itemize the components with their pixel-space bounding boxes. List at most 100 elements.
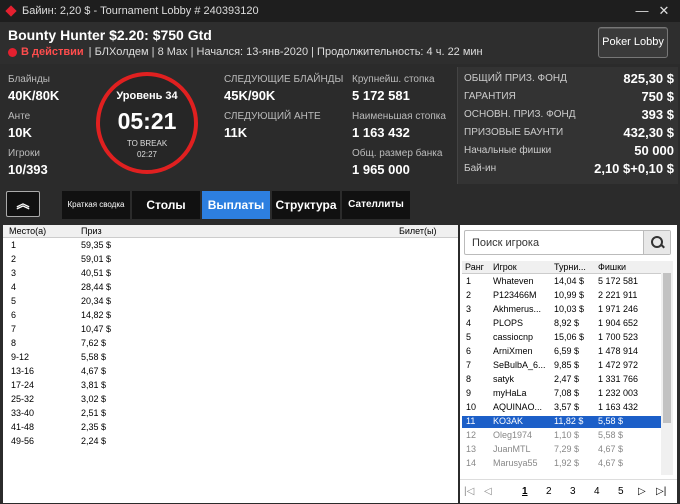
minimize-button[interactable]: — xyxy=(634,3,650,19)
prize-cell: 10,47 $ xyxy=(81,324,112,334)
page-1-link[interactable]: 1 xyxy=(522,486,528,497)
blinds-value: 40K/80K xyxy=(8,88,60,103)
tab-structure[interactable]: Структура xyxy=(272,191,340,219)
table-row[interactable]: 8 7,62 $ xyxy=(3,338,458,350)
table-row[interactable]: 6 14,82 $ xyxy=(3,310,458,322)
player-cell: Oleg1974 xyxy=(493,430,533,440)
prize-value: 825,30 $ xyxy=(623,71,674,86)
table-row[interactable]: 41-48 2,35 $ xyxy=(3,422,458,434)
player-row[interactable]: 3 Akhmerus... 10,03 $ 1 971 246 xyxy=(462,304,661,316)
table-row[interactable]: 33-40 2,51 $ xyxy=(3,408,458,420)
prize-cell: 7,62 $ xyxy=(81,338,107,348)
column-header-chips[interactable]: Фишки xyxy=(598,262,626,272)
tourney-cell: 7,29 $ xyxy=(554,444,580,454)
prize-label: ОБЩИЙ ПРИЗ. ФОНД xyxy=(464,73,567,84)
rank-cell: 14 xyxy=(466,458,477,468)
column-header-ticket[interactable]: Билет(ы) xyxy=(399,226,436,236)
table-row[interactable]: 25-32 3,02 $ xyxy=(3,394,458,406)
place-cell: 17-24 xyxy=(11,380,35,390)
place-cell: 25-32 xyxy=(11,394,35,404)
tab-payouts[interactable]: Выплаты xyxy=(202,191,270,219)
tourney-cell: 8,92 $ xyxy=(554,318,580,328)
tournament-details: | БЛХолдем | 8 Max | Начался: 13-янв-202… xyxy=(88,46,483,58)
table-row[interactable]: 17-24 3,81 $ xyxy=(3,380,458,392)
rank-cell: 7 xyxy=(466,360,472,370)
page-3-link[interactable]: 3 xyxy=(570,486,576,497)
player-cell: JuanMTL xyxy=(493,444,531,454)
player-row[interactable]: 2 P123466M 10,99 $ 2 221 911 xyxy=(462,290,661,302)
column-header-player[interactable]: Игрок xyxy=(493,262,517,272)
player-row[interactable]: 14 Marusya55 1,92 $ 4,67 $ xyxy=(462,458,661,470)
tab-satellites[interactable]: Сателлиты xyxy=(342,191,410,219)
total-bank-label: Общ. размер банка xyxy=(352,148,443,159)
tab-tables[interactable]: Столы xyxy=(132,191,200,219)
next-page-button[interactable]: ▷ xyxy=(638,486,646,497)
player-row[interactable]: 10 AQUINAO... 3,57 $ 1 163 432 xyxy=(462,402,661,414)
players-panel: Поиск игрока Ранг Игрок Турни... Фишки 1… xyxy=(460,225,677,503)
chips-cell: 1 331 766 xyxy=(598,374,639,384)
table-row[interactable]: 3 40,51 $ xyxy=(3,268,458,280)
rank-cell: 5 xyxy=(466,332,472,342)
tourney-cell: 6,59 $ xyxy=(554,346,580,356)
search-icon[interactable] xyxy=(643,231,670,254)
table-row[interactable]: 1 59,35 $ xyxy=(3,240,458,252)
rank-cell: 3 xyxy=(466,304,472,314)
column-header-rank[interactable]: Ранг xyxy=(465,262,484,272)
scrollbar-thumb[interactable] xyxy=(663,273,671,423)
column-header-prize[interactable]: Приз xyxy=(81,226,102,236)
search-input[interactable]: Поиск игрока xyxy=(472,237,539,249)
chips-cell: 1 163 432 xyxy=(598,402,639,412)
total-bank-value: 1 965 000 xyxy=(352,162,410,177)
prize-value: 2,10 $+0,10 $ xyxy=(594,161,674,176)
page-2-link[interactable]: 2 xyxy=(546,486,552,497)
players-pager: |◁ ◁ 1 2 3 4 5 ▷ ▷| xyxy=(460,479,677,503)
player-row[interactable]: 9 myHaLa 7,08 $ 1 232 003 xyxy=(462,388,661,400)
tab-summary[interactable]: Краткая сводка xyxy=(62,191,130,219)
smallest-stack-value: 1 163 432 xyxy=(352,125,410,140)
tourney-cell: 15,06 $ xyxy=(554,332,585,342)
next-ante-label: СЛЕДУЮЩИЙ АНТЕ xyxy=(224,111,321,122)
table-row[interactable]: 49-56 2,24 $ xyxy=(3,436,458,448)
players-scrollbar[interactable] xyxy=(661,261,673,475)
player-row[interactable]: 8 satyk 2,47 $ 1 331 766 xyxy=(462,374,661,386)
rank-cell: 13 xyxy=(466,444,477,454)
chips-cell: 1 971 246 xyxy=(598,304,639,314)
player-row[interactable]: 5 cassiocnp 15,06 $ 1 700 523 xyxy=(462,332,661,344)
table-row[interactable]: 2 59,01 $ xyxy=(3,254,458,266)
player-row[interactable]: 12 Oleg1974 1,10 $ 5,58 $ xyxy=(462,430,661,442)
window-titlebar: Байин: 2,20 $ - Tournament Lobby # 24039… xyxy=(0,0,680,22)
chips-cell: 5,58 $ xyxy=(598,416,624,426)
tournament-name: Bounty Hunter $2.20: $750 Gtd xyxy=(8,27,212,43)
prize-label: Начальные фишки xyxy=(464,145,552,156)
close-button[interactable]: ✕ xyxy=(656,3,672,19)
player-row[interactable]: 1 Whateven 14,04 $ 5 172 581 xyxy=(462,276,661,288)
collapse-button[interactable]: ︽ xyxy=(6,191,40,217)
table-row[interactable]: 4 28,44 $ xyxy=(3,282,458,294)
tourney-cell: 1,10 $ xyxy=(554,430,580,440)
prize-cell: 2,51 $ xyxy=(81,408,107,418)
player-row[interactable]: 7 SeBulbA_6... 9,85 $ 1 472 972 xyxy=(462,360,661,372)
page-5-link[interactable]: 5 xyxy=(618,486,624,497)
poker-lobby-button[interactable]: Poker Lobby xyxy=(598,27,668,58)
player-row[interactable]: 6 ArniXmen 6,59 $ 1 478 914 xyxy=(462,346,661,358)
player-row[interactable]: 13 JuanMTL 7,29 $ 4,67 $ xyxy=(462,444,661,456)
first-page-button[interactable]: |◁ xyxy=(464,486,474,497)
lobby-tabs: ︽ Краткая сводка Столы Выплаты Структура… xyxy=(0,189,458,222)
prize-cell: 40,51 $ xyxy=(81,268,112,278)
table-row[interactable]: 13-16 4,67 $ xyxy=(3,366,458,378)
last-page-button[interactable]: ▷| xyxy=(656,486,666,497)
rank-cell: 1 xyxy=(466,276,472,286)
column-header-place[interactable]: Место(а) xyxy=(9,226,46,236)
place-cell: 7 xyxy=(11,324,17,334)
prize-cell: 20,34 $ xyxy=(81,296,112,306)
player-row-selected[interactable]: 11 KO3AK 11,82 $ 5,58 $ xyxy=(462,416,661,428)
prev-page-button[interactable]: ◁ xyxy=(484,486,492,497)
page-4-link[interactable]: 4 xyxy=(594,486,600,497)
table-row[interactable]: 7 10,47 $ xyxy=(3,324,458,336)
table-row[interactable]: 9-12 5,58 $ xyxy=(3,352,458,364)
tournament-header: Bounty Hunter $2.20: $750 Gtd В действии… xyxy=(0,22,680,64)
prize-value: 432,30 $ xyxy=(623,125,674,140)
table-row[interactable]: 5 20,34 $ xyxy=(3,296,458,308)
player-row[interactable]: 4 PLOPS 8,92 $ 1 904 652 xyxy=(462,318,661,330)
column-header-tourney[interactable]: Турни... xyxy=(554,262,586,272)
